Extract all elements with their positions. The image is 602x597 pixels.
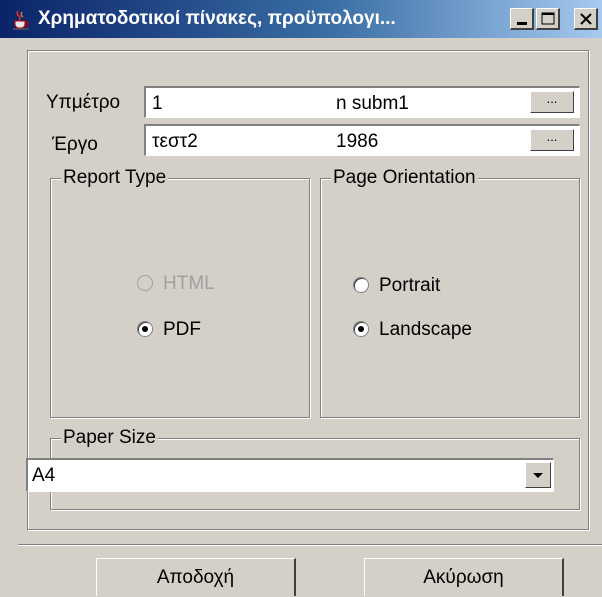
ypometro-browse-button[interactable]: ... bbox=[530, 91, 574, 113]
radio-selected-icon bbox=[353, 321, 369, 337]
page-orientation-group: Page Orientation Portrait Landscape bbox=[320, 167, 580, 418]
radio-unselected-icon bbox=[353, 277, 369, 293]
report-type-title: Report Type bbox=[61, 167, 169, 189]
minimize-icon bbox=[517, 22, 527, 25]
maximize-button[interactable] bbox=[536, 8, 560, 30]
radio-selected-icon bbox=[137, 321, 153, 337]
minimize-button[interactable] bbox=[510, 8, 534, 30]
close-button[interactable] bbox=[574, 8, 598, 30]
radio-unselected-icon bbox=[137, 275, 153, 291]
window-title: Χρηματοδοτικοί πίνακες, προϋπολογι... bbox=[38, 8, 396, 29]
ergo-browse-button[interactable]: ... bbox=[530, 129, 574, 151]
paper-size-value: A4 bbox=[32, 465, 56, 486]
java-cup-icon bbox=[13, 10, 29, 30]
chevron-down-icon bbox=[533, 473, 543, 478]
ypometro-secondary-value: n subm1 bbox=[336, 93, 409, 114]
ypometro-field[interactable]: 1 n subm1 ... bbox=[144, 86, 580, 118]
page-orientation-title: Page Orientation bbox=[331, 167, 478, 189]
ergo-secondary-value: 1986 bbox=[336, 131, 379, 152]
report-type-html-label: HTML bbox=[163, 273, 215, 294]
orientation-landscape-label: Landscape bbox=[379, 319, 472, 340]
accept-button[interactable]: Αποδοχή bbox=[96, 558, 296, 596]
cancel-button[interactable]: Ακύρωση bbox=[364, 558, 564, 596]
maximize-icon bbox=[541, 12, 555, 25]
ergo-field[interactable]: τεστ2 1986 ... bbox=[144, 124, 580, 156]
ypometro-label: Υπμέτρο bbox=[46, 92, 121, 113]
title-bar[interactable]: Χρηματοδοτικοί πίνακες, προϋπολογι... bbox=[0, 0, 602, 38]
ergo-label: Έργο bbox=[52, 134, 98, 155]
separator bbox=[18, 544, 602, 546]
paper-size-dropdown-button[interactable] bbox=[525, 462, 551, 488]
report-type-group: Report Type HTML PDF bbox=[50, 167, 310, 418]
ypometro-value: 1 bbox=[152, 93, 163, 114]
close-icon bbox=[580, 13, 592, 25]
paper-size-title: Paper Size bbox=[61, 427, 158, 449]
ergo-value: τεστ2 bbox=[152, 131, 198, 152]
paper-size-select[interactable]: A4 bbox=[26, 458, 554, 492]
orientation-portrait-label: Portrait bbox=[379, 275, 441, 296]
report-type-pdf-label: PDF bbox=[163, 319, 201, 340]
